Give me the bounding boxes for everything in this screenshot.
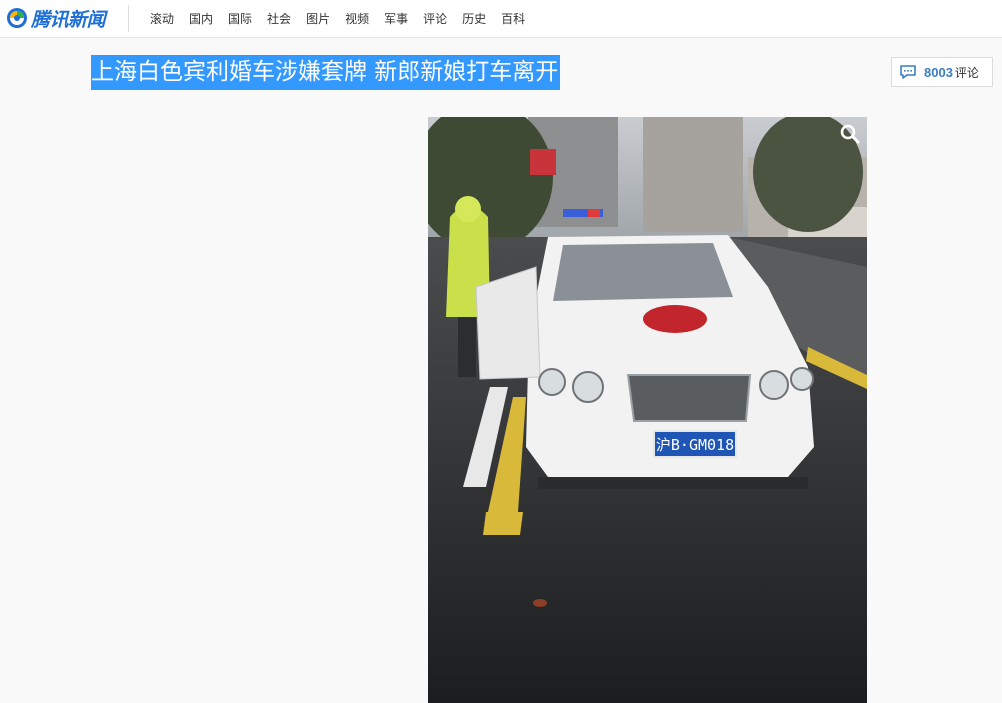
article-photo[interactable]: 沪B·GM018 <box>428 117 867 703</box>
nav-item-video[interactable]: 视频 <box>345 10 369 27</box>
nav-item-commentary[interactable]: 评论 <box>423 10 447 27</box>
nav-item-encyclopedia[interactable]: 百科 <box>501 10 525 27</box>
search-icon[interactable] <box>839 123 861 145</box>
comment-label: 评论 <box>954 65 979 80</box>
nav-item-military[interactable]: 军事 <box>384 10 408 27</box>
license-plate-text: 沪B·GM018 <box>656 436 734 454</box>
comment-button[interactable]: 8003 评论 <box>891 57 993 87</box>
nav-item-pictures[interactable]: 图片 <box>306 10 330 27</box>
comment-icon <box>900 65 916 79</box>
comment-count: 8003 <box>924 64 953 80</box>
site-logo[interactable]: 腾讯新闻 <box>6 6 106 31</box>
nav-item-scroll[interactable]: 滚动 <box>150 10 174 27</box>
photo-illustration: 沪B·GM018 <box>428 117 867 703</box>
main-nav: 滚动 国内 国际 社会 图片 视频 军事 评论 历史 百科 <box>150 0 540 37</box>
nav-item-international[interactable]: 国际 <box>228 10 252 27</box>
logo-divider <box>128 5 129 32</box>
nav-item-society[interactable]: 社会 <box>267 10 291 27</box>
article-title: 上海白色宾利婚车涉嫌套牌 新郎新娘打车离开 <box>91 55 561 90</box>
tencent-news-logo-icon <box>7 8 27 28</box>
logo-text: 腾讯新闻 <box>31 8 106 31</box>
nav-item-history[interactable]: 历史 <box>462 10 486 27</box>
top-navigation-bar: 腾讯新闻 滚动 国内 国际 社会 图片 视频 军事 评论 历史 百科 <box>0 0 1002 38</box>
nav-item-domestic[interactable]: 国内 <box>189 10 213 27</box>
